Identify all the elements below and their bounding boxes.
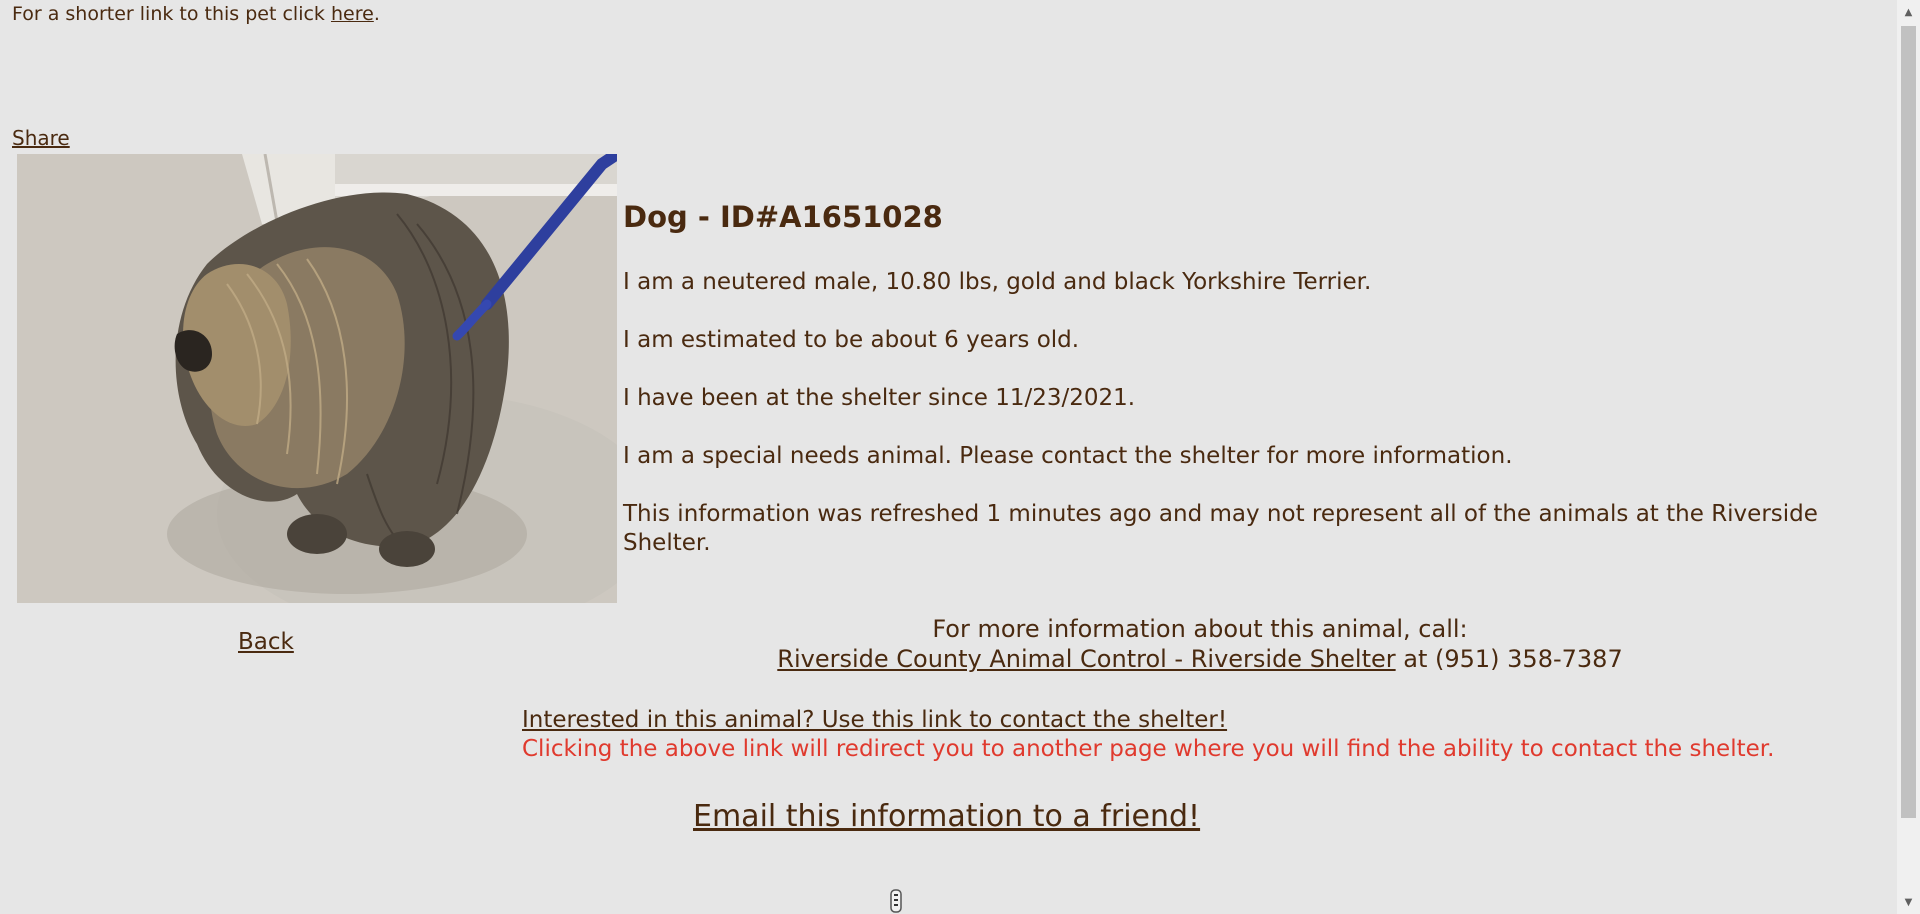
- pet-photo-illustration: [17, 154, 617, 603]
- vertical-scrollbar[interactable]: ▲ ▼: [1897, 0, 1920, 914]
- short-link-prefix: For a shorter link to this pet click: [12, 3, 331, 25]
- pet-photo: [17, 154, 617, 603]
- redirect-warning: Clicking the above link will redirect yo…: [522, 736, 1775, 762]
- contact-line: Riverside County Animal Control - Rivers…: [620, 644, 1780, 674]
- shelter-phone: at (951) 358-7387: [1395, 645, 1623, 673]
- contact-info: For more information about this animal, …: [620, 614, 1780, 674]
- loading-spinner-icon: [888, 888, 904, 914]
- short-link-line: For a shorter link to this pet click her…: [12, 3, 380, 25]
- scrollbar-thumb[interactable]: [1901, 26, 1916, 818]
- pet-description: I am a neutered male, 10.80 lbs, gold an…: [623, 269, 1372, 295]
- scroll-up-arrow-icon[interactable]: ▲: [1897, 2, 1920, 22]
- pet-title: Dog - ID#A1651028: [623, 200, 943, 234]
- pet-intake-date: I have been at the shelter since 11/23/2…: [623, 385, 1136, 411]
- scroll-down-arrow-icon[interactable]: ▼: [1897, 892, 1920, 912]
- short-link-suffix: .: [373, 3, 380, 25]
- email-friend-link[interactable]: Email this information to a friend!: [693, 799, 1200, 834]
- pet-age: I am estimated to be about 6 years old.: [623, 327, 1080, 353]
- shelter-link[interactable]: Riverside County Animal Control - Rivers…: [777, 645, 1395, 673]
- short-link-here[interactable]: here: [331, 3, 374, 25]
- share-link[interactable]: Share: [12, 126, 70, 150]
- contact-intro: For more information about this animal, …: [932, 615, 1468, 643]
- refresh-note: This information was refreshed 1 minutes…: [623, 501, 1818, 556]
- contact-shelter-link[interactable]: Interested in this animal? Use this link…: [522, 707, 1227, 733]
- back-link[interactable]: Back: [238, 629, 294, 655]
- pet-special-needs: I am a special needs animal. Please cont…: [623, 443, 1513, 469]
- interest-section: Interested in this animal? Use this link…: [522, 706, 1774, 764]
